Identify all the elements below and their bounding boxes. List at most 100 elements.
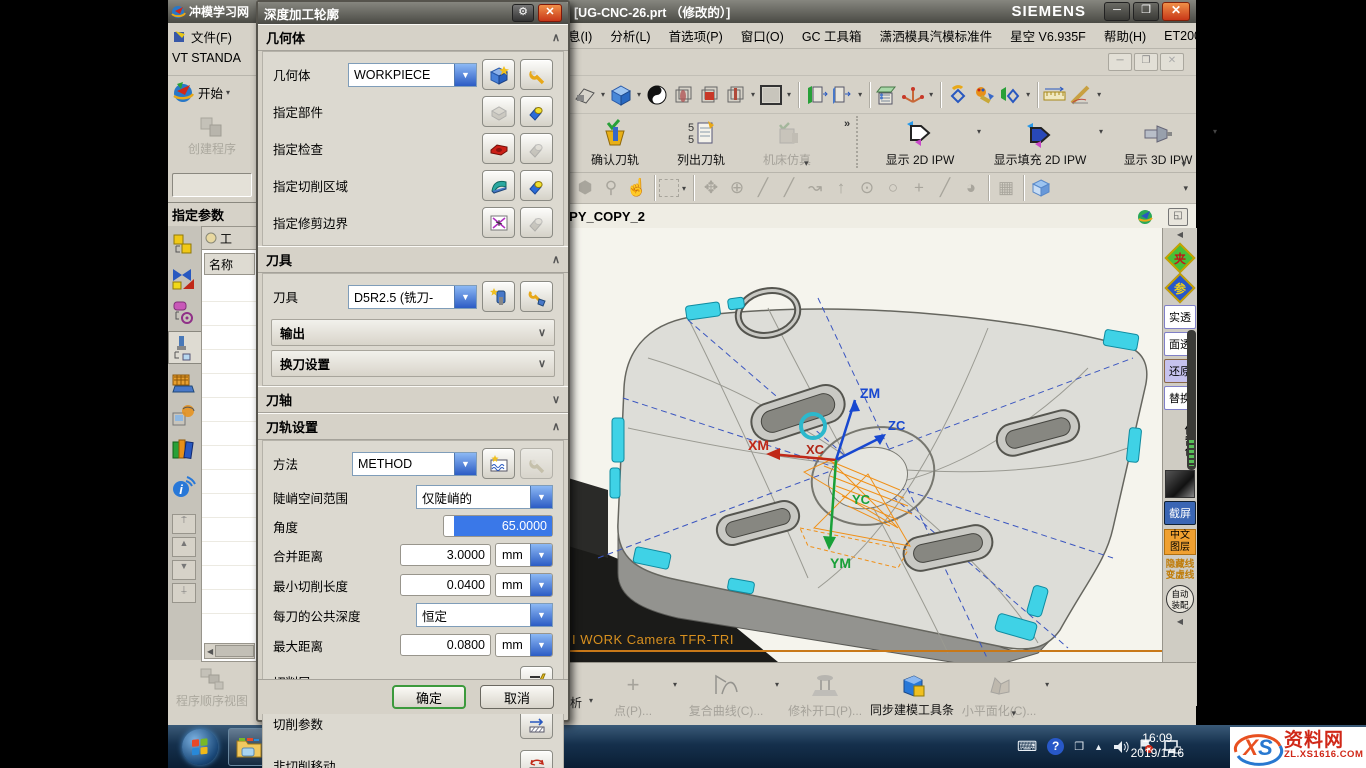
specify-part-icon-button[interactable] <box>482 96 515 127</box>
bottombar-caret[interactable]: ▾ <box>1011 708 1016 719</box>
geometry-dropdown[interactable]: WORKPIECE▼ <box>348 63 477 87</box>
common-depth-arrow[interactable]: ▼ <box>530 604 552 626</box>
composite-curve-button[interactable]: 复合曲线(C)... <box>680 668 772 719</box>
toolbar-overflow-chevron[interactable]: » <box>844 118 850 130</box>
resource-tab-machine-tool[interactable] <box>170 265 199 292</box>
mincut-field[interactable]: 0.0400 <box>400 574 491 596</box>
solid-transparent-button[interactable]: 实透 <box>1164 305 1196 329</box>
facet-caret[interactable]: ▾ <box>1045 680 1049 689</box>
resource-tab-geometry-view[interactable] <box>170 298 199 325</box>
dialog-gear-icon[interactable]: ⚙ <box>512 4 534 22</box>
auto-assembly-button[interactable]: 自动装配 <box>1166 585 1194 613</box>
specify-part-flashlight-button[interactable] <box>520 96 553 127</box>
facet-body-button[interactable]: 小平面化(C)... <box>956 668 1042 719</box>
ok-button[interactable]: 确定 <box>392 685 466 709</box>
render-style-icon[interactable] <box>644 82 670 108</box>
point-caret[interactable]: ▾ <box>673 680 677 689</box>
showhide-caret[interactable]: ▾ <box>1026 90 1030 99</box>
list-toolpath-button[interactable]: 55 列出刀轨 <box>658 117 744 168</box>
tray-expand-arrow[interactable]: ▲ <box>1094 742 1103 752</box>
chinese-layer-button[interactable]: 中文图层 <box>1164 529 1196 555</box>
ipw-toolbar-caret[interactable]: ▾ <box>1181 159 1186 170</box>
navigator-rows[interactable] <box>202 278 257 614</box>
snap-slash-icon[interactable]: ╱ <box>932 175 958 201</box>
taskbar-clock[interactable]: 16:09 2019/1/16 <box>1131 731 1184 761</box>
menu-info[interactable]: 息(I) <box>568 26 592 45</box>
path-settings-section-header[interactable]: 刀轨设置∧ <box>258 413 568 440</box>
selection-rect-icon[interactable] <box>659 179 679 197</box>
new-method-button[interactable] <box>482 448 515 479</box>
snap-caret[interactable]: ▾ <box>1183 183 1188 194</box>
snap-line-icon[interactable]: ╱ <box>750 175 776 201</box>
dialog-close-icon[interactable]: ✕ <box>538 4 562 22</box>
specify-trim-icon-button[interactable] <box>482 207 515 238</box>
steep-dropdown-arrow[interactable]: ▼ <box>530 486 552 508</box>
point-button[interactable]: + 点(P)... <box>596 668 670 719</box>
tool-axis-section-header[interactable]: 刀轴∨ <box>258 386 568 413</box>
scroll-top-button[interactable]: ⍑ <box>172 514 196 534</box>
move-object-icon[interactable] <box>945 82 971 108</box>
file-menu[interactable]: 文件(F) <box>168 23 256 49</box>
protractor-icon[interactable] <box>1068 82 1094 108</box>
page-export-icon[interactable] <box>829 82 855 108</box>
hscroll-left-arrow[interactable]: ◀ <box>207 647 213 656</box>
geometry-section-header[interactable]: 几何体∧ <box>258 24 568 51</box>
viewport-vscrollbar[interactable] <box>1187 330 1196 470</box>
selection-caret[interactable]: ▾ <box>682 184 686 193</box>
thumbnail-button[interactable] <box>1165 470 1195 498</box>
sync-modeling-button[interactable]: 同步建模工具条 <box>868 670 956 717</box>
max-distance-field[interactable]: 0.0800 <box>400 634 491 656</box>
ruler-caret[interactable]: ▾ <box>1097 90 1101 99</box>
snap-face-icon[interactable]: ◕ <box>958 175 984 201</box>
mincut-unit-dropdown[interactable]: mm▼ <box>495 573 553 597</box>
child-minimize-button[interactable]: ─ <box>1108 53 1132 71</box>
scroll-down-button[interactable]: ▼ <box>172 560 196 580</box>
menu-preferences[interactable]: 首选项(P) <box>669 26 723 45</box>
start-menu-button[interactable]: 开始 ▾ <box>168 75 256 108</box>
window-tray-icon[interactable]: ❐ <box>1074 740 1084 753</box>
cancel-button[interactable]: 取消 <box>480 685 554 709</box>
shaded-cube-icon[interactable] <box>608 82 634 108</box>
specify-cut-area-flashlight-button[interactable] <box>520 170 553 201</box>
patch-opening-button[interactable]: 修补开口(P)... <box>782 668 868 719</box>
ipw2d-caret[interactable]: ▾ <box>977 127 981 136</box>
toolbar2-caret[interactable]: ▾ <box>804 158 809 169</box>
snap-point-icon[interactable]: ⚲ <box>598 175 624 201</box>
show-2d-ipw-fill-button[interactable]: 显示填充 2D IPW <box>984 119 1096 167</box>
display-window-icon[interactable] <box>758 82 784 108</box>
edit-tool-button[interactable] <box>520 281 553 312</box>
volume-tray-icon[interactable] <box>1113 740 1129 754</box>
status-maximize-icon[interactable]: ◱ <box>1168 208 1188 226</box>
merge-field[interactable]: 3.0000 <box>400 544 491 566</box>
child-restore-button[interactable]: ❐ <box>1134 53 1158 71</box>
menu-help[interactable]: 帮助(H) <box>1104 26 1146 45</box>
snap-hand-icon[interactable]: ☝ <box>624 175 650 201</box>
shaded-caret[interactable]: ▾ <box>637 90 641 99</box>
sketch-icon[interactable] <box>572 82 598 108</box>
param-diamond-button[interactable]: 参 <box>1167 275 1193 301</box>
resource-tab-simulation[interactable] <box>170 403 199 430</box>
tool-dropdown[interactable]: D5R2.5 (铣刀-▼ <box>348 285 477 309</box>
output-group-bar[interactable]: 输出∨ <box>271 319 555 346</box>
specify-check-flashlight-button[interactable] <box>520 133 553 164</box>
left-window-titlebar[interactable]: 冲模学习网 <box>168 0 256 23</box>
common-depth-dropdown[interactable]: 恒定▼ <box>416 603 553 627</box>
toolchange-group-bar[interactable]: 换刀设置∨ <box>271 350 555 377</box>
specify-check-icon-button[interactable] <box>482 133 515 164</box>
new-geometry-button[interactable] <box>482 59 515 90</box>
menu-et2008[interactable]: ET2008 <box>1164 29 1208 43</box>
resource-scroll-buttons[interactable]: ⍑ ▲ ▼ ⍊ <box>172 514 197 603</box>
snap-arrow-icon[interactable]: ↑ <box>828 175 854 201</box>
sidebar-bottom-arrow[interactable]: ◀ <box>1163 617 1197 626</box>
snap-plus-icon[interactable]: + <box>906 175 932 201</box>
program-order-view[interactable]: 程序顺序视图 <box>168 662 256 724</box>
merge-unit-dropdown[interactable]: mm▼ <box>495 543 553 567</box>
name-column-header[interactable]: 名称 <box>204 253 255 275</box>
restore-button[interactable]: ❐ <box>1133 2 1159 21</box>
screenshot-button[interactable]: 截屏 <box>1164 501 1196 525</box>
navigator-tab[interactable]: 工 <box>202 227 257 250</box>
curve-caret[interactable]: ▾ <box>775 680 779 689</box>
mincut-unit-arrow[interactable]: ▼ <box>530 574 552 596</box>
display-caret[interactable]: ▾ <box>787 90 791 99</box>
page-caret[interactable]: ▾ <box>858 90 862 99</box>
